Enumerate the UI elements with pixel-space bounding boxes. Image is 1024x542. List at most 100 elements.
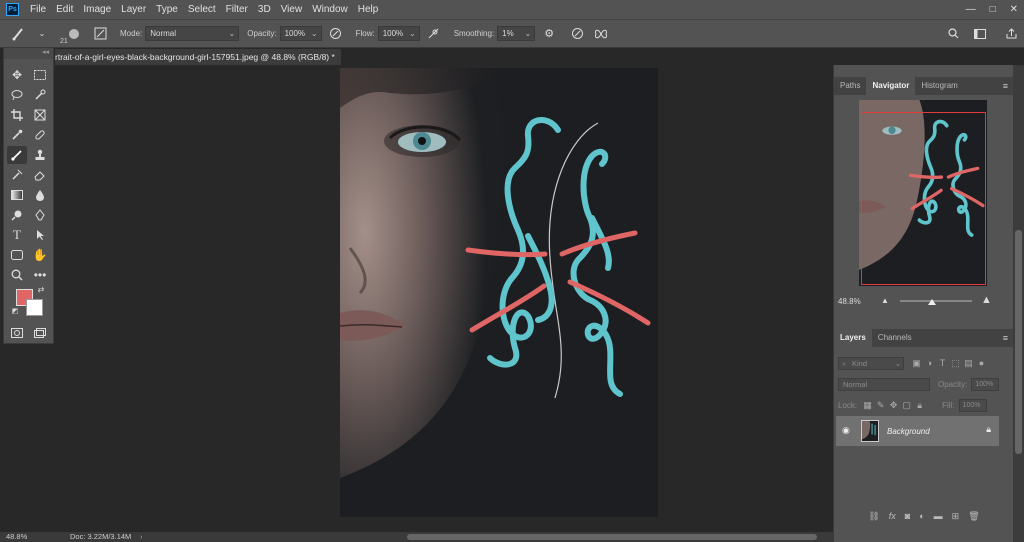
- hand-tool-icon[interactable]: ✋: [30, 246, 50, 264]
- close-icon[interactable]: ✕: [1010, 0, 1018, 19]
- brush-preset-icon[interactable]: [66, 26, 82, 42]
- menu-3d[interactable]: 3D: [253, 0, 276, 19]
- dodge-tool-icon[interactable]: [7, 206, 27, 224]
- shape-tool-icon[interactable]: [7, 246, 27, 264]
- menu-edit[interactable]: Edit: [51, 0, 78, 19]
- tab-channels[interactable]: Channels: [872, 329, 918, 347]
- mode-select[interactable]: Normal ⌄: [145, 26, 240, 41]
- layer-kind-filter[interactable]: ⌕ Kind ⌄: [838, 356, 904, 370]
- minimize-icon[interactable]: —: [966, 0, 976, 19]
- menu-select[interactable]: Select: [183, 0, 221, 19]
- panel-menu-icon[interactable]: ≡: [1003, 329, 1008, 347]
- delete-layer-icon[interactable]: 🗑︎: [968, 511, 979, 522]
- frame-tool-icon[interactable]: [30, 106, 50, 124]
- pen-tool-icon[interactable]: [30, 206, 50, 224]
- quick-select-tool-icon[interactable]: [30, 86, 50, 104]
- marquee-tool-icon[interactable]: [30, 66, 50, 84]
- flow-field[interactable]: 100% ⌄: [377, 26, 420, 41]
- panels-scrollbar[interactable]: [1013, 65, 1024, 542]
- pixel-layer-filter-icon[interactable]: ▣: [910, 358, 923, 369]
- menu-help[interactable]: Help: [353, 0, 384, 19]
- search-icon[interactable]: [945, 26, 961, 42]
- menu-layer[interactable]: Layer: [116, 0, 151, 19]
- clone-stamp-tool-icon[interactable]: [30, 146, 50, 164]
- brush-tool-icon[interactable]: [10, 26, 26, 42]
- adjustment-layer-filter-icon[interactable]: ◑: [923, 358, 936, 368]
- lock-transparent-icon[interactable]: ▦: [861, 400, 874, 411]
- tab-histogram[interactable]: Histogram: [915, 77, 963, 95]
- status-menu-icon[interactable]: ›: [140, 532, 143, 542]
- layer-row[interactable]: ◉ Background 🔒︎: [836, 416, 999, 446]
- type-tool-icon[interactable]: T: [7, 226, 27, 244]
- zoom-in-icon[interactable]: ▲: [981, 294, 992, 306]
- slider-handle-icon[interactable]: [928, 299, 936, 305]
- scrollbar-thumb[interactable]: [1015, 230, 1022, 454]
- screen-mode-icon[interactable]: [30, 324, 50, 342]
- filter-toggle-icon[interactable]: ●: [975, 358, 988, 368]
- move-tool-icon[interactable]: ✥: [7, 66, 27, 84]
- shape-layer-filter-icon[interactable]: ⬚: [949, 358, 962, 369]
- opacity-field[interactable]: 100% ⌄: [279, 26, 322, 41]
- menu-image[interactable]: Image: [78, 0, 116, 19]
- lasso-tool-icon[interactable]: [7, 86, 27, 104]
- lock-all-icon[interactable]: 🔒︎: [913, 400, 926, 411]
- zoom-out-icon[interactable]: ▲: [881, 296, 889, 305]
- menu-window[interactable]: Window: [307, 0, 353, 19]
- airbrush-icon[interactable]: [426, 26, 442, 42]
- history-brush-tool-icon[interactable]: [7, 166, 27, 184]
- path-selection-tool-icon[interactable]: [30, 226, 50, 244]
- default-colors-icon[interactable]: ◩: [10, 306, 20, 316]
- smart-object-filter-icon[interactable]: ▤: [962, 358, 975, 369]
- swap-colors-icon[interactable]: ⇄: [35, 284, 47, 294]
- link-layers-icon[interactable]: ⛓: [868, 511, 879, 522]
- smoothing-field[interactable]: 1% ⌄: [497, 26, 536, 41]
- brush-tool-icon[interactable]: [7, 146, 27, 164]
- blend-mode-select[interactable]: Normal: [838, 377, 930, 391]
- zoom-tool-icon[interactable]: [7, 266, 27, 284]
- pressure-size-icon[interactable]: [569, 26, 585, 42]
- gear-icon[interactable]: ⚙: [541, 26, 557, 42]
- lock-artboard-icon[interactable]: ▢: [900, 400, 913, 411]
- type-layer-filter-icon[interactable]: T: [936, 358, 949, 368]
- menu-filter[interactable]: Filter: [221, 0, 253, 19]
- symmetry-butterfly-icon[interactable]: [593, 26, 609, 42]
- blur-tool-icon[interactable]: [30, 186, 50, 204]
- lock-icon[interactable]: 🔒︎: [986, 424, 991, 435]
- chevron-down-icon[interactable]: ⌄: [34, 26, 50, 42]
- add-mask-icon[interactable]: ◙: [905, 511, 910, 521]
- pressure-opacity-icon[interactable]: [328, 26, 344, 42]
- canvas-horizontal-scrollbar[interactable]: [407, 534, 817, 540]
- lock-position-icon[interactable]: ✥: [887, 400, 900, 411]
- panel-menu-icon[interactable]: ≡: [1003, 77, 1008, 95]
- navigator-view-box[interactable]: [861, 112, 986, 285]
- share-icon[interactable]: [1003, 26, 1019, 42]
- menu-view[interactable]: View: [276, 0, 308, 19]
- toolbar-collapse-icon[interactable]: ◂◂: [4, 48, 53, 59]
- document-tab[interactable]: rtrait-of-a-girl-eyes-black-background-g…: [55, 49, 341, 65]
- workspace-icon[interactable]: [972, 26, 988, 42]
- maximize-icon[interactable]: □: [990, 0, 996, 19]
- layer-style-icon[interactable]: fx: [889, 511, 896, 521]
- tab-paths[interactable]: Paths: [834, 77, 866, 95]
- quick-mask-icon[interactable]: [7, 324, 27, 342]
- brush-panel-icon[interactable]: [92, 26, 108, 42]
- background-color-swatch[interactable]: [26, 299, 43, 316]
- eyedropper-tool-icon[interactable]: [7, 126, 27, 144]
- lock-pixels-icon[interactable]: ✎: [874, 400, 887, 411]
- eraser-tool-icon[interactable]: [30, 166, 50, 184]
- fill-field[interactable]: 100%: [958, 398, 987, 412]
- new-layer-icon[interactable]: ⊞: [952, 511, 960, 522]
- tab-layers[interactable]: Layers: [834, 329, 872, 347]
- new-group-icon[interactable]: ▬: [934, 511, 943, 521]
- menu-file[interactable]: File: [25, 0, 51, 19]
- document-canvas[interactable]: [340, 68, 658, 517]
- healing-brush-tool-icon[interactable]: [30, 126, 50, 144]
- navigator-zoom-value[interactable]: 48.8%: [838, 297, 861, 306]
- visibility-eye-icon[interactable]: ◉: [842, 425, 850, 436]
- navigator-zoom-slider[interactable]: [900, 300, 972, 302]
- adjustment-layer-icon[interactable]: ◐: [919, 511, 924, 521]
- menu-type[interactable]: Type: [151, 0, 183, 19]
- status-zoom[interactable]: 48.8%: [6, 532, 27, 542]
- layer-opacity-field[interactable]: 100%: [971, 377, 1000, 391]
- more-tools-icon[interactable]: •••: [30, 266, 50, 284]
